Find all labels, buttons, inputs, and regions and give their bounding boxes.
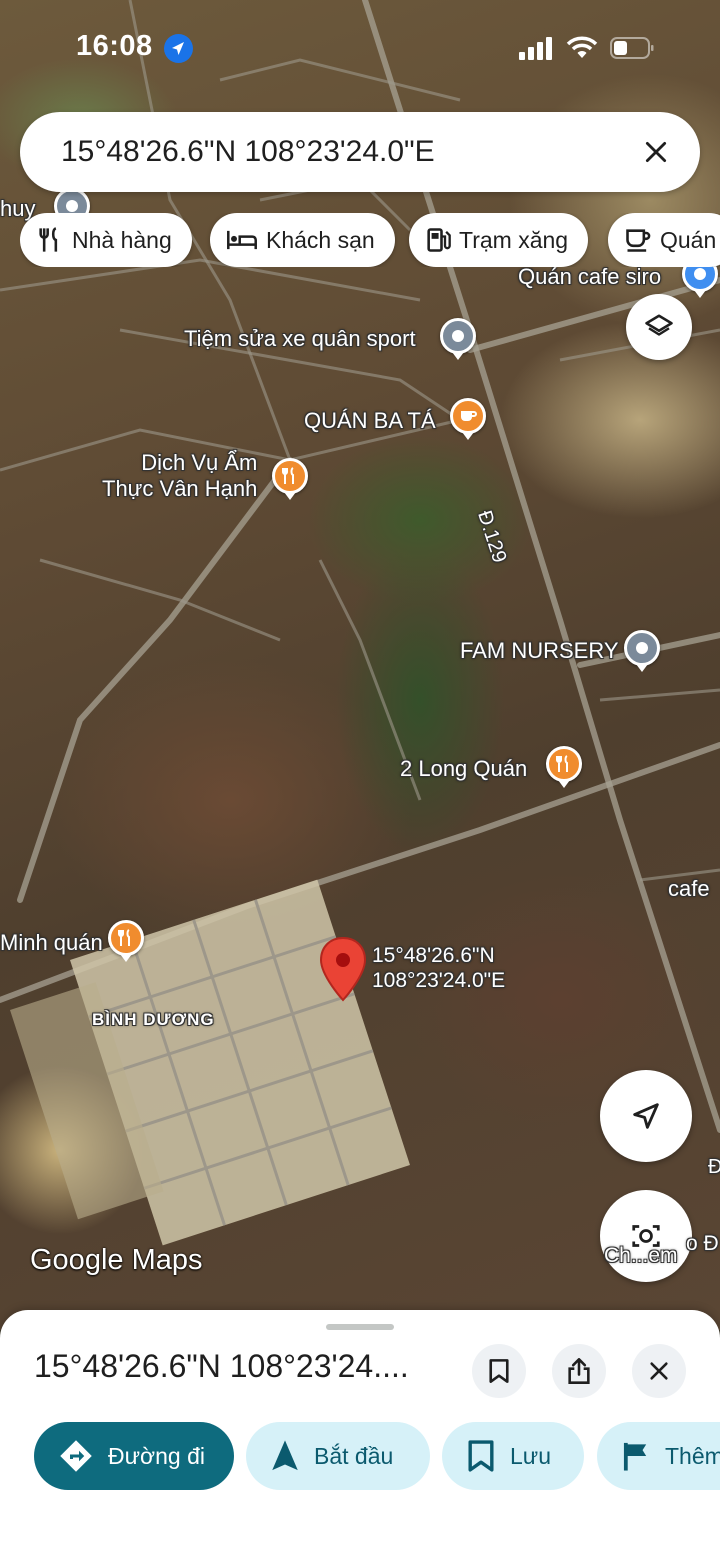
layers-button[interactable] [626,294,692,360]
dropped-pin-icon[interactable] [318,936,368,1002]
cafe-pin-quan-ba-ta[interactable] [450,398,486,434]
save-bookmark-button[interactable] [472,1344,526,1398]
map-label-2-long-quan[interactable]: 2 Long Quán [400,756,527,782]
bookmark-icon [468,1440,494,1472]
restaurant-pin-van-hanh[interactable] [272,458,308,494]
place-bottom-sheet[interactable]: 15°48'26.6"N 108°23'24.... Đường đi Bắt … [0,1310,720,1560]
fork-knife-icon [282,467,294,484]
restaurant-icon [39,227,58,252]
map-label-cafe-siro[interactable]: Quán cafe siro [518,264,661,290]
clear-search-button[interactable] [636,132,676,172]
add-button[interactable]: Thêm [597,1422,720,1490]
location-services-icon [164,34,193,63]
share-icon [568,1358,590,1384]
poi-pin-fam-nursery[interactable] [624,630,660,666]
map-label-cafe[interactable]: cafe [668,876,710,902]
fork-knife-icon [556,755,568,772]
status-time: 16:08 [76,30,153,62]
navigation-arrow-icon [633,1103,659,1129]
close-icon [650,1362,668,1380]
status-icons [518,36,654,60]
save-button[interactable]: Lưu [442,1422,584,1490]
flag-icon [623,1442,647,1471]
hotel-icon [227,230,257,250]
pin-longitude: 108°23'24.0"E [372,968,506,992]
start-label: Bắt đầu [314,1442,394,1469]
chip-cafes[interactable]: Quán [608,213,720,267]
add-label: Thêm [665,1442,720,1469]
cafe-icon [626,229,651,252]
pin-coordinates-label: 15°48'26.6"N 108°23'24.0"E [372,944,505,994]
close-icon [645,141,667,163]
map-label-o-d: o Đ [686,1232,719,1255]
status-bar: 16:08 [0,0,720,100]
share-button[interactable] [552,1344,606,1398]
chip-label: Quán [660,226,717,253]
battery-icon [610,37,654,59]
directions-icon [60,1440,92,1472]
drag-handle[interactable] [326,1324,394,1330]
directions-label: Đường đi [108,1442,205,1469]
map-label-tiem-sua-xe[interactable]: Tiệm sửa xe quân sport [184,326,416,352]
fork-knife-icon [118,929,130,946]
chip-label: Khách sạn [266,226,375,253]
chip-hotels[interactable]: Khách sạn [210,213,395,267]
directions-button[interactable]: Đường đi [34,1422,234,1490]
map-label-road-d: Đ [708,1156,720,1178]
pin-latitude: 15°48'26.6"N [372,944,495,967]
restaurant-pin-2-long-quan[interactable] [546,746,582,782]
cup-icon [461,411,477,421]
map-label-fam-nursery[interactable]: FAM NURSERY [460,638,619,664]
navigate-start-icon [272,1440,298,1471]
satellite-map[interactable]: huy Quán cafe siro Tiệm sửa xe quân spor… [0,0,720,1330]
start-button[interactable]: Bắt đầu [246,1422,430,1490]
map-label-dich-vu-am-thuc[interactable]: Dịch Vụ Ẩm Thực Vân Hạnh [102,450,258,502]
gas-station-icon [427,228,451,252]
map-label-binh-duong: BÌNH DƯƠNG [92,1010,215,1029]
cellular-signal-icon [519,37,552,60]
google-maps-logo: Google Maps [30,1244,203,1276]
search-bar[interactable]: 15°48'26.6"N 108°23'24.0"E [20,112,700,192]
chip-label: Trạm xăng [459,226,569,253]
chip-restaurants[interactable]: Nhà hàng [20,213,192,267]
chip-gas-stations[interactable]: Trạm xăng [409,213,589,267]
search-query[interactable]: 15°48'26.6"N 108°23'24.0"E [61,135,636,169]
category-chips: Nhà hàng Khách sạn Trạm xăng Quán [20,213,720,267]
map-label-dich-vu-line2: Thực Vân Hạnh [102,475,258,501]
restaurant-pin-minh-quan[interactable] [108,920,144,956]
place-title: 15°48'26.6"N 108°23'24.... [34,1348,409,1384]
wifi-icon [566,36,598,58]
map-label-ch-em: Ch...em [604,1244,678,1267]
save-label: Lưu [510,1442,551,1469]
map-label-dich-vu-line1: Dịch Vụ Ẩm [141,450,258,475]
layers-icon [645,314,673,336]
poi-pin-tiem-sua-xe[interactable] [440,318,476,354]
chip-label: Nhà hàng [72,226,172,253]
map-label-quan-ba-ta[interactable]: QUÁN BA TÁ [304,408,436,434]
my-location-button[interactable] [600,1070,692,1162]
close-sheet-button[interactable] [632,1344,686,1398]
bookmark-icon [489,1359,509,1383]
action-buttons: Đường đi Bắt đầu Lưu Thêm [34,1422,720,1490]
map-label-minh-quan[interactable]: Minh quán [0,930,103,956]
